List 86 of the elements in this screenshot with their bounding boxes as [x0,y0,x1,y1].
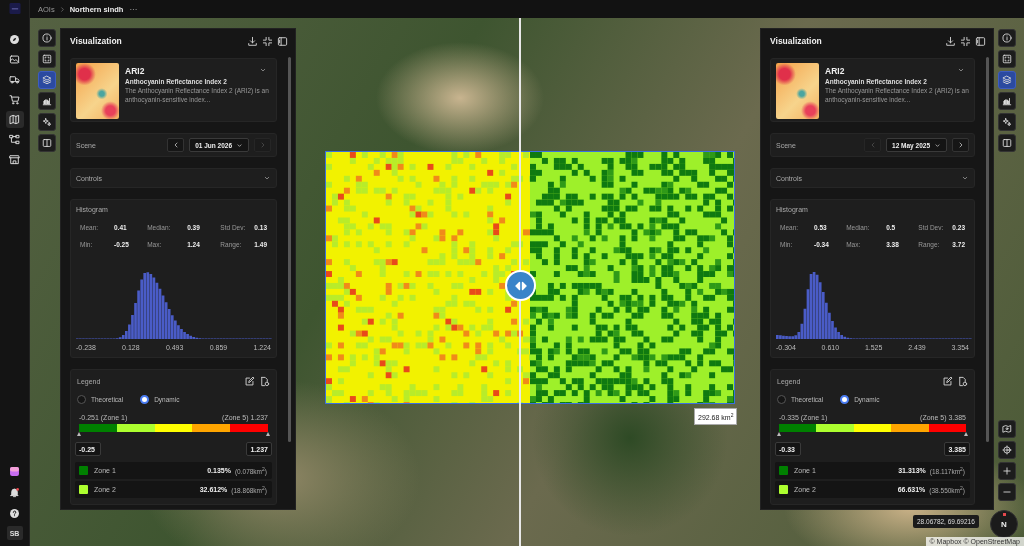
image-icon [9,54,20,65]
collapse-button[interactable] [960,35,971,47]
compass-button[interactable]: N [990,510,1018,538]
download-button[interactable] [247,35,258,47]
frame-icon [42,54,52,64]
sidebar-icon [277,35,288,47]
scrollbar[interactable] [288,57,291,442]
index-code: ARI2 [125,66,145,76]
toolbar-button[interactable] [998,92,1016,110]
download-icon [945,35,956,47]
map-icon [9,114,20,125]
toolbar-button[interactable] [38,50,56,68]
edit-button[interactable] [942,376,953,387]
map-style-button[interactable] [998,420,1016,438]
satellite-map-placeholder[interactable] [30,18,1024,546]
edit-icon [244,376,255,387]
toolbar-button[interactable] [38,92,56,110]
toolbar-button[interactable] [38,134,56,152]
logo-icon [7,3,22,14]
toolbar-button[interactable] [38,29,56,47]
sparkle-icon [42,117,52,127]
zoom-out-button[interactable] [998,483,1016,501]
split-icon [42,138,52,148]
info-icon [42,33,52,43]
index-code: ARI2 [825,66,845,76]
range-handle[interactable] [266,432,270,436]
truck-icon [9,74,20,85]
panel-title: Visualization [70,36,122,46]
range-handle[interactable] [777,432,781,436]
collapse-icon [960,35,971,47]
zoom-in-button[interactable] [998,462,1016,480]
radio-button[interactable] [140,395,150,404]
range-handle[interactable] [77,432,81,436]
frame-icon [1002,54,1012,64]
plus-icon [1002,466,1012,476]
index-thumbnail [776,63,819,119]
index-thumbnail [76,63,119,119]
copy-icon [259,376,270,387]
chevron-right-icon [58,5,66,13]
sparkle-icon [1002,117,1012,127]
cart-icon [9,94,20,105]
copy-icon [957,376,968,387]
chevron-down-icon [259,66,267,74]
copy-button[interactable] [259,376,270,387]
toolbar-button[interactable] [998,50,1016,68]
chevron-down-icon [236,141,243,149]
collapse-button[interactable] [262,35,273,47]
chart-icon [42,96,52,106]
chevron-down-icon [934,141,941,149]
compass-icon [9,34,20,45]
map-layers-icon [1002,424,1012,434]
collapse-icon [262,35,273,47]
radio-button[interactable] [77,395,86,404]
sidebar-toggle[interactable] [277,35,288,47]
toolbar-button[interactable] [38,113,56,131]
radio-button[interactable] [777,395,786,404]
toolbar-button[interactable] [998,134,1016,152]
chevron-down-icon [957,66,965,74]
panel-title: Visualization [770,36,822,46]
locate-button[interactable] [998,441,1016,459]
toolbar-button[interactable] [998,29,1016,47]
toolbar-button[interactable] [998,113,1016,131]
chevron-down-icon [263,174,271,182]
sidebar-icon [975,35,986,47]
sidebar-toggle[interactable] [975,35,986,47]
info-icon [1002,33,1012,43]
network-icon [9,134,20,145]
scrollbar[interactable] [986,57,989,442]
help-icon [9,508,20,519]
download-icon [247,35,258,47]
edit-button[interactable] [244,376,255,387]
chevron-down-icon [961,174,969,182]
nav-item[interactable] [5,111,24,128]
layers-icon [1002,75,1012,85]
radio-button[interactable] [840,395,850,404]
download-button[interactable] [945,35,956,47]
layers-icon [42,75,52,85]
range-handle[interactable] [964,432,968,436]
copy-button[interactable] [957,376,968,387]
locate-icon [1002,445,1012,455]
split-icon [1002,138,1012,148]
edit-icon [942,376,953,387]
store-icon [9,154,20,165]
chart-icon [1002,96,1012,106]
more-button[interactable]: ··· [127,4,140,14]
app-icon [9,466,20,477]
